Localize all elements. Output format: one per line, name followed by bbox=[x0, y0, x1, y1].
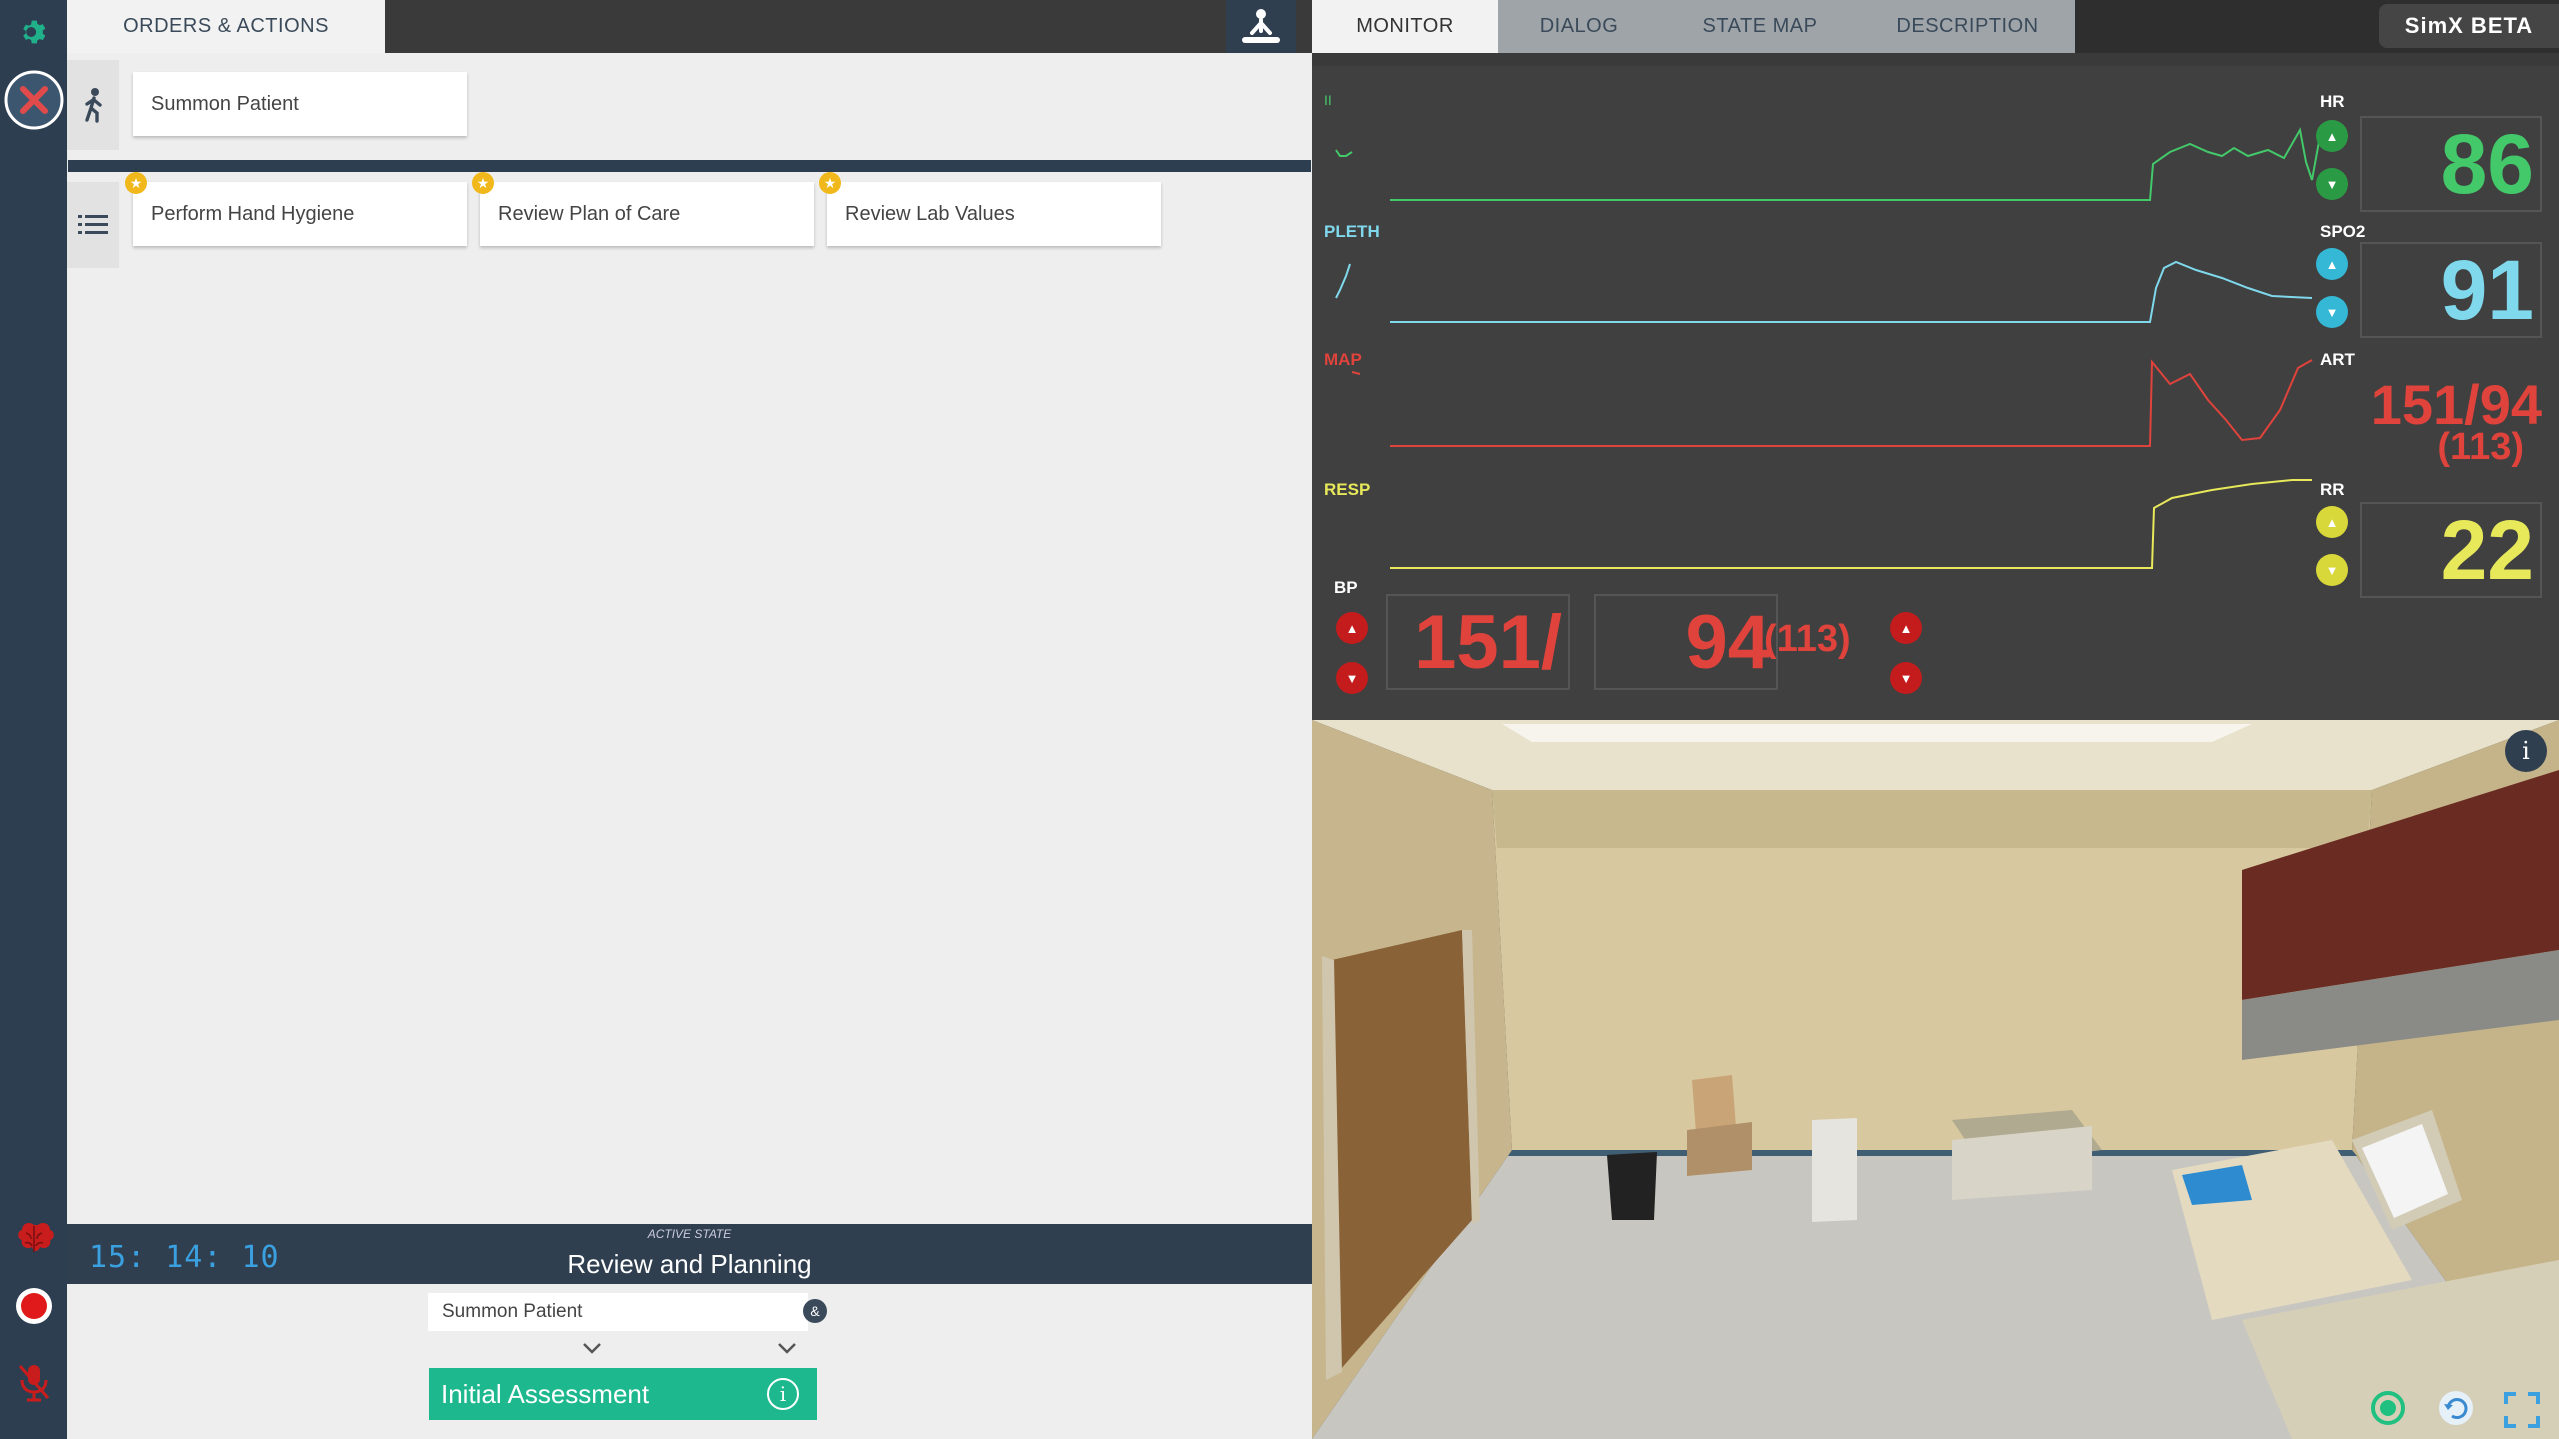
bp-diastolic-down-icon[interactable]: ▼ bbox=[1890, 662, 1922, 694]
undo-icon[interactable] bbox=[2436, 1388, 2476, 1428]
star-icon: ★ bbox=[819, 172, 841, 194]
tab-monitor[interactable]: MONITOR bbox=[1312, 0, 1498, 53]
and-badge[interactable]: & bbox=[803, 1299, 827, 1323]
summon-patient-label: Summon Patient bbox=[151, 92, 299, 115]
rr-value: 22 bbox=[2360, 502, 2542, 598]
bp-label: BP bbox=[1334, 578, 1358, 597]
action-perform-hand-hygiene[interactable]: ★ Perform Hand Hygiene bbox=[125, 172, 467, 246]
hr-down-icon[interactable]: ▼ bbox=[2316, 168, 2348, 200]
rr-down-icon[interactable]: ▼ bbox=[2316, 554, 2348, 586]
action-label: Perform Hand Hygiene bbox=[151, 202, 355, 225]
tab-orders-actions[interactable]: ORDERS & ACTIONS bbox=[67, 0, 385, 53]
art-mean: (113) bbox=[2437, 426, 2524, 468]
tab-bar: MONITOR DIALOG STATE MAP DESCRIPTION Sim… bbox=[1312, 0, 2559, 53]
section-divider bbox=[68, 160, 1311, 172]
transition-condition[interactable]: Summon Patient bbox=[428, 1293, 808, 1331]
state-bar: 15: 14: 10 ACTIVE STATE Review and Plann… bbox=[67, 1224, 1312, 1284]
walking-person-icon bbox=[67, 60, 119, 150]
hr-up-icon[interactable]: ▲ bbox=[2316, 120, 2348, 152]
action-label: Review Plan of Care bbox=[498, 202, 681, 225]
channel-label-map: MAP bbox=[1324, 350, 1362, 369]
left-rail bbox=[0, 0, 67, 1439]
channel-label-pleth: PLETH bbox=[1324, 222, 1380, 241]
patient-room-view[interactable]: i bbox=[1312, 720, 2559, 1439]
vitals-monitor: II PLETH MAP RESP HR ▲ ▼ 86 SPO2 ▲ ▼ 91 … bbox=[1312, 66, 2559, 720]
next-state-label: Initial Assessment bbox=[441, 1378, 650, 1409]
action-review-plan-of-care[interactable]: ★ Review Plan of Care bbox=[472, 172, 814, 246]
action-label: Review Lab Values bbox=[845, 202, 1015, 225]
bp-systolic-down-icon[interactable]: ▼ bbox=[1336, 662, 1368, 694]
next-state-button[interactable]: Initial Assessment i bbox=[429, 1368, 817, 1420]
rr-label: RR bbox=[2320, 480, 2345, 499]
list-icon bbox=[67, 182, 119, 268]
star-icon: ★ bbox=[125, 172, 147, 194]
record-icon[interactable] bbox=[0, 1286, 67, 1326]
cpr-icon[interactable] bbox=[1226, 0, 1296, 53]
spo2-label: SPO2 bbox=[2320, 222, 2366, 241]
chevron-down-icon bbox=[583, 1343, 601, 1354]
fullscreen-icon[interactable] bbox=[2502, 1390, 2542, 1430]
tab-dialog[interactable]: DIALOG bbox=[1498, 0, 1660, 53]
room-illustration bbox=[1312, 720, 2559, 1439]
refresh-icon[interactable] bbox=[2368, 1388, 2408, 1428]
spo2-up-icon[interactable]: ▲ bbox=[2316, 248, 2348, 280]
summon-patient-button[interactable]: Summon Patient bbox=[133, 72, 467, 136]
star-icon: ★ bbox=[472, 172, 494, 194]
hr-label: HR bbox=[2320, 92, 2345, 111]
active-state-label: ACTIVE STATE bbox=[647, 1227, 732, 1241]
spo2-value: 91 bbox=[2360, 242, 2542, 338]
brand-label: SimX BETA bbox=[2379, 4, 2559, 48]
bp-systolic: 151/ bbox=[1386, 594, 1570, 690]
mute-icon[interactable] bbox=[0, 1360, 67, 1404]
spo2-down-icon[interactable]: ▼ bbox=[2316, 296, 2348, 328]
orders-panel: ORDERS & ACTIONS Summon Patient ★ Perfor… bbox=[67, 0, 1312, 1439]
action-review-lab-values[interactable]: ★ Review Lab Values bbox=[819, 172, 1161, 246]
channel-label-ecg: II bbox=[1324, 92, 1332, 108]
info-icon[interactable]: i bbox=[767, 1378, 799, 1410]
info-icon[interactable]: i bbox=[2505, 730, 2547, 772]
rr-up-icon[interactable]: ▲ bbox=[2316, 506, 2348, 538]
bp-diastolic: 94 bbox=[1594, 594, 1778, 690]
gear-icon[interactable] bbox=[0, 12, 67, 52]
active-state-name: Review and Planning bbox=[567, 1249, 812, 1279]
tab-state-map[interactable]: STATE MAP bbox=[1660, 0, 1860, 53]
art-label: ART bbox=[2320, 350, 2355, 369]
bp-mean: (113) bbox=[1764, 618, 1851, 660]
brain-icon[interactable] bbox=[0, 1218, 67, 1260]
channel-label-resp: RESP bbox=[1324, 480, 1371, 499]
right-panel: MONITOR DIALOG STATE MAP DESCRIPTION Sim… bbox=[1312, 0, 2559, 1439]
bp-systolic-up-icon[interactable]: ▲ bbox=[1336, 612, 1368, 644]
tab-description[interactable]: DESCRIPTION bbox=[1860, 0, 2075, 53]
hr-value: 86 bbox=[2360, 116, 2542, 212]
close-icon[interactable] bbox=[0, 68, 67, 132]
bp-diastolic-up-icon[interactable]: ▲ bbox=[1890, 612, 1922, 644]
chevron-down-icon bbox=[778, 1343, 796, 1354]
